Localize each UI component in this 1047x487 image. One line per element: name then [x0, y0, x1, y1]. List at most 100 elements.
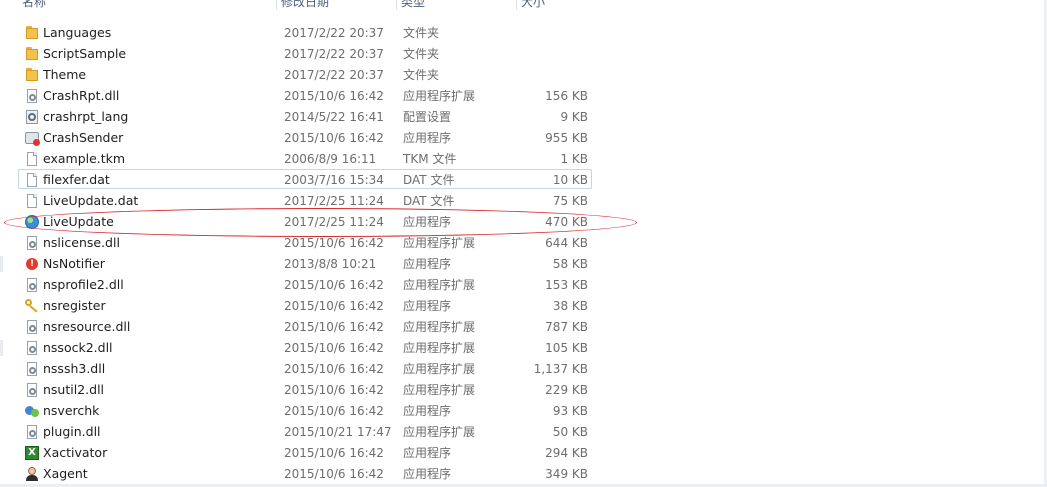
file-row[interactable]: LiveUpdate.dat 2017/2/25 11:24 DAT 文件 75 KB	[18, 190, 592, 210]
file-name: nssock2.dll	[43, 340, 113, 355]
file-row[interactable]: nsprofile2.dll 2015/10/6 16:42 应用程序扩展 153 K…	[18, 274, 592, 294]
file-row[interactable]: nsregister 2015/10/6 16:42 应用程序 38 KB	[18, 295, 592, 315]
network-icon	[24, 403, 40, 419]
file-size: 644 KB	[545, 236, 588, 250]
file-row[interactable]: nsssh3.dll 2015/10/6 16:42 应用程序扩展 1,137 KB	[18, 358, 592, 378]
file-date: 2015/10/6 16:42	[284, 299, 384, 313]
file-name: nslicense.dll	[43, 235, 120, 250]
file-date: 2013/8/8 10:21	[284, 257, 377, 271]
file-type: 应用程序扩展	[403, 383, 476, 397]
file-size: 75 KB	[552, 194, 588, 208]
file-row[interactable]: ScriptSample 2017/2/22 20:37 文件夹	[18, 43, 592, 63]
file-size: 153 KB	[545, 278, 588, 292]
file-size: 50 KB	[552, 425, 588, 439]
config-icon	[24, 109, 40, 125]
file-row[interactable]: CrashRpt.dll 2015/10/6 16:42 应用程序扩展 156 KB	[18, 85, 592, 105]
file-type: 应用程序扩展	[403, 278, 476, 292]
file-name: crashrpt_lang	[43, 109, 129, 124]
file-name: nsprofile2.dll	[43, 277, 124, 292]
dll-icon	[24, 340, 40, 356]
file-type: 应用程序扩展	[403, 362, 476, 376]
file-name: CrashRpt.dll	[43, 88, 120, 103]
file-name: ScriptSample	[43, 46, 127, 61]
file-date: 2014/5/22 16:41	[284, 110, 384, 124]
file-date: 2015/10/6 16:42	[284, 362, 384, 376]
file-icon	[24, 193, 40, 209]
dll-icon	[24, 277, 40, 293]
file-name: nsverchk	[43, 403, 100, 418]
column-header: 名称 修改日期 类型 大小	[0, 0, 1047, 10]
file-date: 2003/7/16 15:34	[284, 173, 384, 187]
file-name: nsresource.dll	[43, 319, 131, 334]
folder-icon	[24, 67, 40, 83]
file-date: 2015/10/6 16:42	[284, 446, 384, 460]
file-row[interactable]: nsresource.dll 2015/10/6 16:42 应用程序扩展 787 K…	[18, 316, 592, 336]
file-size: 955 KB	[545, 131, 588, 145]
file-type: 文件夹	[403, 26, 440, 40]
file-date: 2015/10/6 16:42	[284, 320, 384, 334]
file-size: 105 KB	[545, 341, 588, 355]
file-date: 2017/2/25 11:24	[284, 194, 384, 208]
file-size: 9 KB	[560, 110, 588, 124]
file-type: 应用程序	[403, 299, 452, 313]
dll-icon	[24, 424, 40, 440]
dll-icon	[24, 361, 40, 377]
file-row[interactable]: LiveUpdate 2017/2/25 11:24 应用程序 470 KB	[18, 211, 592, 231]
globe-icon	[24, 214, 40, 230]
file-size: 349 KB	[545, 467, 588, 481]
dll-icon	[24, 88, 40, 104]
file-size: 38 KB	[552, 299, 588, 313]
file-type: 应用程序扩展	[403, 341, 476, 355]
file-row[interactable]: crashrpt_lang 2014/5/22 16:41 配置设置 9 KB	[18, 106, 592, 126]
agent-icon	[24, 466, 40, 482]
file-row[interactable]: nsutil2.dll 2015/10/6 16:42 应用程序扩展 229 KB	[18, 379, 592, 399]
file-size: 229 KB	[545, 383, 588, 397]
file-size: 294 KB	[545, 446, 588, 460]
folder-icon	[24, 46, 40, 62]
file-date: 2006/8/9 16:11	[284, 152, 377, 166]
column-type-header[interactable]: 类型	[396, 0, 516, 10]
file-row[interactable]: ! NsNotifier 2013/8/8 10:21 应用程序 58 KB	[18, 253, 592, 273]
file-row[interactable]: CrashSender 2015/10/6 16:42 应用程序 955 KB	[18, 127, 592, 147]
column-date-header[interactable]: 修改日期	[276, 0, 396, 10]
file-name: nsutil2.dll	[43, 382, 105, 397]
file-type: 应用程序扩展	[403, 425, 476, 439]
file-row[interactable]: X Xactivator 2015/10/6 16:42 应用程序 294 KB	[18, 442, 592, 462]
file-date: 2015/10/6 16:42	[284, 236, 384, 250]
file-row[interactable]: Xagent 2015/10/6 16:42 应用程序 349 KB	[18, 463, 592, 483]
file-type: 应用程序扩展	[403, 236, 476, 250]
alert-icon: !	[24, 256, 40, 272]
file-size: 787 KB	[545, 320, 588, 334]
file-date: 2015/10/6 16:42	[284, 278, 384, 292]
file-type: 文件夹	[403, 68, 440, 82]
column-size-header[interactable]: 大小	[516, 0, 596, 10]
file-row[interactable]: Languages 2017/2/22 20:37 文件夹	[18, 22, 592, 42]
file-name: LiveUpdate.dat	[43, 193, 139, 208]
file-name: example.tkm	[43, 151, 126, 166]
crash-app-icon	[24, 130, 40, 146]
file-type: 应用程序	[403, 257, 452, 271]
file-row[interactable]: plugin.dll 2015/10/21 17:47 应用程序扩展 50 KB	[18, 421, 592, 441]
file-name: filexfer.dat	[43, 172, 110, 187]
file-row[interactable]: example.tkm 2006/8/9 16:11 TKM 文件 1 KB	[18, 148, 592, 168]
file-type: 文件夹	[403, 47, 440, 61]
file-row[interactable]: nssock2.dll 2015/10/6 16:42 应用程序扩展 105 KB	[18, 337, 592, 357]
file-name: nsssh3.dll	[43, 361, 106, 376]
file-name: NsNotifier	[43, 256, 105, 271]
column-name-header[interactable]: 名称	[18, 0, 276, 10]
file-size: 10 KB	[552, 173, 588, 187]
file-row[interactable]: Theme 2017/2/22 20:37 文件夹	[18, 64, 592, 84]
dll-icon	[24, 235, 40, 251]
file-name: LiveUpdate	[43, 214, 114, 229]
file-row[interactable]: filexfer.dat 2003/7/16 15:34 DAT 文件 10 KB	[18, 169, 592, 189]
x-app-icon: X	[24, 445, 40, 461]
file-type: 应用程序	[403, 467, 452, 481]
file-icon	[24, 172, 40, 188]
file-row[interactable]: nsverchk 2015/10/6 16:42 应用程序 93 KB	[18, 400, 592, 420]
file-date: 2015/10/6 16:42	[284, 131, 384, 145]
key-icon	[24, 298, 40, 314]
dll-icon	[24, 382, 40, 398]
file-type: 应用程序	[403, 215, 452, 229]
file-row[interactable]: nslicense.dll 2015/10/6 16:42 应用程序扩展 644 KB	[18, 232, 592, 252]
file-name: Xagent	[43, 466, 88, 481]
